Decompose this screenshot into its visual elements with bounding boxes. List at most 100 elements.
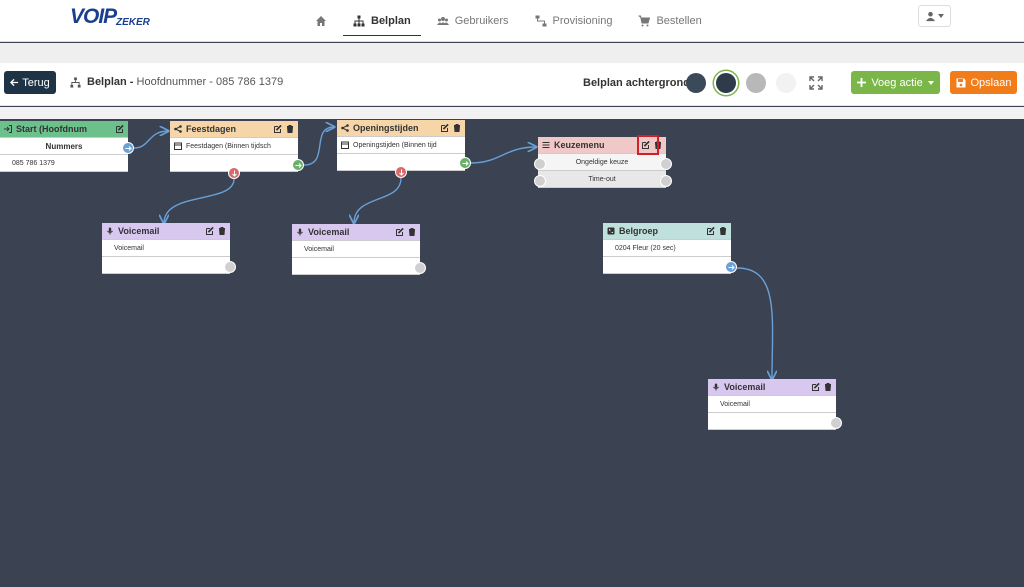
floppy-icon: [956, 78, 965, 87]
add-action-button[interactable]: Voeg actie: [851, 71, 940, 94]
nav-provisioning[interactable]: Provisioning: [525, 6, 623, 36]
top-navbar: VOIP ZEKER Belplan Gebruikers Provisioni…: [0, 0, 1024, 42]
node-voicemail-3[interactable]: Voicemail Voicemail: [708, 379, 836, 430]
sitemap-icon: [70, 76, 81, 88]
nav-belplan[interactable]: Belplan: [343, 6, 421, 36]
trash-icon[interactable]: [719, 227, 727, 235]
bg-swatch-light[interactable]: [776, 73, 796, 93]
edit-icon[interactable]: [707, 227, 715, 235]
keuzemenu-output-port-2[interactable]: [660, 175, 672, 187]
edit-icon[interactable]: [396, 228, 404, 236]
voicemail-3-output-port[interactable]: [830, 417, 842, 429]
save-button[interactable]: Opslaan: [950, 71, 1017, 94]
microphone-icon: [297, 228, 303, 236]
trash-icon[interactable]: [408, 228, 416, 236]
phone-number: 085 786 1379: [0, 155, 128, 172]
timeout-option: Time-out: [538, 171, 666, 188]
node-start[interactable]: Start (Hoofdnum Nummers 085 786 1379: [0, 121, 128, 172]
calendar-icon: [341, 141, 349, 149]
arrow-right-icon: [125, 145, 132, 151]
arrow-right-icon: [295, 162, 302, 168]
main-nav: Belplan Gebruikers Provisioning Bestelle…: [305, 0, 718, 42]
microphone-icon: [713, 383, 719, 391]
cart-icon: [638, 15, 651, 27]
start-output-port[interactable]: [122, 142, 134, 154]
trash-icon[interactable]: [218, 227, 226, 235]
sign-in-icon: [4, 125, 12, 133]
background-label: Belplan achtergrond: [583, 77, 690, 89]
edit-icon[interactable]: [812, 383, 820, 391]
voicemail-1-output-port[interactable]: [224, 261, 236, 273]
belplan-canvas[interactable]: Start (Hoofdnum Nummers 085 786 1379 Fee…: [0, 119, 1024, 587]
arrow-right-icon: [728, 264, 735, 270]
voicemail-2-output-port[interactable]: [414, 262, 426, 274]
connection-start-feestdagen: [133, 131, 168, 149]
highlight-box: [637, 135, 659, 155]
user-icon: [925, 11, 936, 21]
menu-icon: [542, 142, 550, 148]
arrow-right-icon: [462, 160, 469, 166]
keuzemenu-input-port-1[interactable]: [534, 158, 546, 170]
caret-down-icon: [927, 80, 934, 85]
provisioning-icon: [535, 15, 547, 27]
node-belgroep[interactable]: Belgroep 0204 Fleur (20 sec): [603, 223, 731, 274]
edit-icon[interactable]: [274, 125, 282, 133]
voip-zeker-logo[interactable]: VOIP ZEKER: [70, 5, 160, 31]
bg-swatch-grey[interactable]: [746, 73, 766, 93]
canvas-top-band: [0, 107, 1024, 119]
nav-gebruikers[interactable]: Gebruikers: [427, 6, 519, 36]
arrow-down-icon: [398, 169, 404, 176]
openingstijden-output-port[interactable]: [459, 157, 471, 169]
calendar-icon: [174, 142, 182, 150]
edit-icon[interactable]: [441, 124, 449, 132]
caret-down-icon: [938, 14, 944, 18]
home-icon: [316, 16, 326, 26]
edit-icon[interactable]: [206, 227, 214, 235]
keuzemenu-output-port-1[interactable]: [660, 158, 672, 170]
belgroep-output-port[interactable]: [725, 261, 737, 273]
page-title: Belplan - Hoofdnummer - 085 786 1379: [70, 76, 283, 88]
sitemap-icon: [353, 15, 365, 26]
share-icon: [341, 124, 349, 132]
bg-swatch-dark-selected[interactable]: [716, 73, 736, 93]
keuzemenu-input-port-2[interactable]: [534, 175, 546, 187]
connection-feestdagen-voicemail: [164, 178, 235, 223]
connections-layer: [133, 119, 1024, 587]
belgroep-member-row: 0204 Fleur (20 sec): [603, 240, 731, 257]
users-icon: [436, 17, 449, 25]
share-icon: [174, 125, 182, 133]
back-button[interactable]: Terug: [4, 71, 56, 94]
openingstijden-down-port[interactable]: [395, 166, 407, 178]
plus-icon: [857, 78, 867, 87]
trash-icon[interactable]: [286, 125, 294, 133]
voicemail-row: Voicemail: [102, 240, 230, 257]
node-voicemail-1[interactable]: Voicemail Voicemail: [102, 223, 230, 274]
trash-icon[interactable]: [453, 124, 461, 132]
phone-square-icon: [607, 227, 615, 235]
connection-feestdagen-openingstijden: [303, 127, 334, 166]
expand-icon[interactable]: [809, 76, 823, 90]
connection-belgroep-voicemail: [736, 267, 773, 379]
voicemail-row: Voicemail: [292, 241, 420, 258]
microphone-icon: [107, 227, 113, 235]
arrow-left-icon: [10, 78, 19, 87]
spacer-band: [0, 43, 1024, 63]
node-voicemail-2[interactable]: Voicemail Voicemail: [292, 224, 420, 275]
nav-bestellen[interactable]: Bestellen: [628, 6, 711, 36]
voicemail-row: Voicemail: [708, 396, 836, 413]
connection-openingstijden-voicemail: [354, 177, 402, 223]
invalid-choice-option: Ongeldige keuze: [538, 154, 666, 171]
edit-icon[interactable]: [116, 125, 124, 133]
feestdagen-down-port[interactable]: [228, 167, 240, 179]
node-openingstijden[interactable]: Openingstijden Openingstijden (Binnen ti…: [337, 120, 465, 171]
connection-openingstijden-keuzemenu: [470, 147, 536, 164]
belplan-toolbar: Terug Belplan - Hoofdnummer - 085 786 13…: [0, 63, 1024, 106]
node-feestdagen[interactable]: Feestdagen Feestdagen (Binnen tijdsch: [170, 121, 298, 172]
bg-swatch-dark-slate[interactable]: [686, 73, 706, 93]
feestdagen-output-port[interactable]: [292, 159, 304, 171]
user-menu-button[interactable]: [918, 5, 951, 27]
trash-icon[interactable]: [824, 383, 832, 391]
numbers-header: Nummers: [0, 138, 128, 155]
nav-home[interactable]: [305, 6, 337, 36]
arrow-down-icon: [231, 170, 237, 177]
